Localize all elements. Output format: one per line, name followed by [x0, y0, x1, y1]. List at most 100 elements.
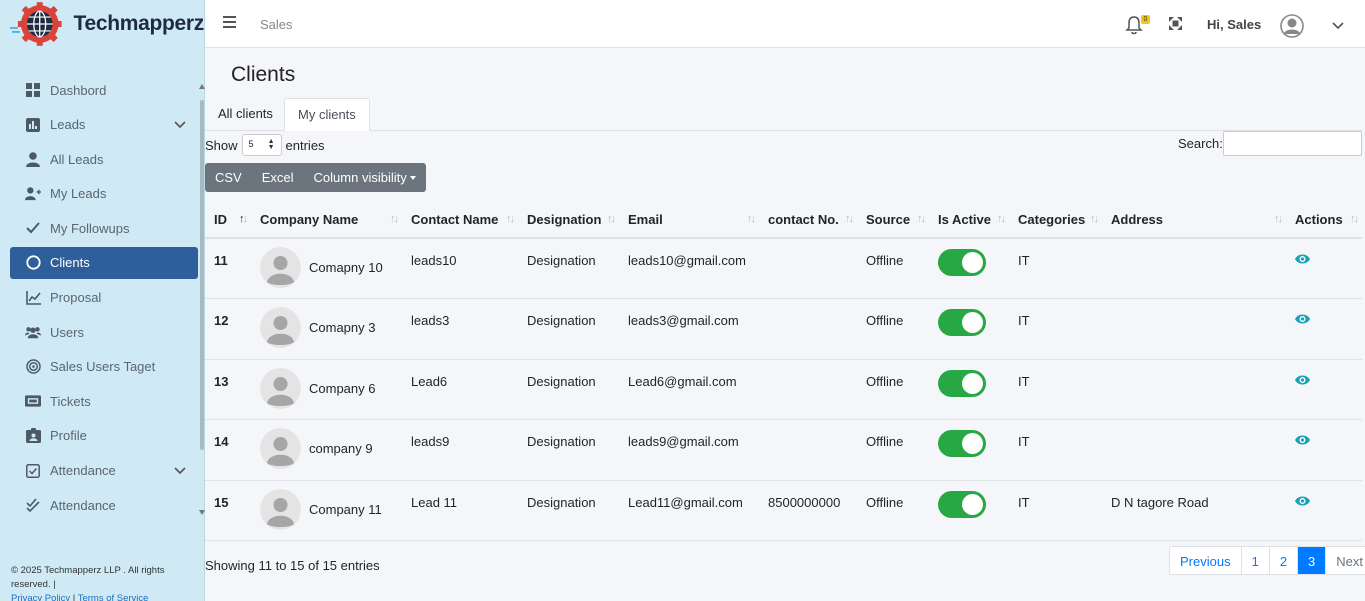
pagination-page-3[interactable]: 3 — [1297, 547, 1326, 574]
chevron-down-icon[interactable] — [1331, 18, 1345, 32]
chevron-down-icon[interactable] — [174, 118, 186, 130]
cell-company: Comapny 3 — [251, 298, 402, 360]
eye-icon[interactable] — [1295, 495, 1310, 507]
col-header-contact[interactable]: Contact Name ↑↓ — [402, 201, 518, 239]
sidebar-item-dashboard[interactable]: Dashbord — [10, 74, 198, 106]
sidebar-item-my-leads[interactable]: My Leads — [10, 178, 198, 210]
sidebar-item-profile[interactable]: Profile — [10, 420, 198, 452]
sort-icon: ↑↓ — [845, 213, 854, 225]
pagination-page-1[interactable]: 1 — [1240, 547, 1269, 574]
csv-button[interactable]: CSV — [205, 163, 252, 192]
col-header-actions[interactable]: Actions ↑↓ — [1286, 201, 1362, 239]
brand[interactable]: Techmapperz — [0, 0, 204, 48]
cell-contact: leads10 — [402, 238, 518, 299]
sidebar-item-all-leads[interactable]: All Leads — [10, 143, 198, 175]
sidebar-item-users[interactable]: Users — [10, 316, 198, 348]
cell-id: 11 — [205, 238, 251, 299]
hamburger-menu-icon[interactable] — [223, 16, 236, 28]
active-toggle[interactable] — [938, 430, 986, 457]
sidebar-item-tickets[interactable]: Tickets — [10, 385, 198, 417]
avatar-icon[interactable] — [1280, 14, 1304, 38]
company-name: Company 6 — [309, 380, 376, 396]
cell-designation: Designation — [518, 480, 619, 541]
copyright-text: © 2025 Techmapperz LLP . All rights rese… — [11, 565, 165, 590]
cell-id: 12 — [205, 298, 251, 360]
tab-all-clients[interactable]: All clients — [205, 98, 286, 131]
sidebar-item-leads[interactable]: Leads — [10, 109, 198, 141]
sort-asc-icon: ↑↓ — [239, 213, 248, 225]
col-header-is-active[interactable]: Is Active ↑↓ — [929, 201, 1009, 239]
cell-company: Company 11 — [251, 480, 402, 541]
users-icon — [25, 324, 41, 340]
cell-company: company 9 — [251, 419, 402, 481]
terms-of-service-link[interactable]: Terms of Service — [78, 593, 149, 601]
sidebar-item-proposal[interactable]: Proposal — [10, 282, 198, 314]
col-header-email[interactable]: Email ↑↓ — [619, 201, 759, 239]
search-input[interactable] — [1223, 131, 1362, 156]
col-header-source[interactable]: Source ↑↓ — [857, 201, 929, 239]
cell-contact: Lead6 — [402, 359, 518, 420]
active-toggle[interactable] — [938, 249, 986, 276]
cell-actions — [1286, 238, 1362, 299]
search-label: Search: — [1178, 136, 1223, 151]
fullscreen-icon[interactable] — [1169, 17, 1182, 30]
cell-actions — [1286, 480, 1362, 541]
active-toggle[interactable] — [938, 309, 986, 336]
col-header-address[interactable]: Address ↑↓ — [1102, 201, 1286, 239]
cell-categories: IT — [1009, 419, 1102, 481]
col-header-company[interactable]: Company Name ↑↓ — [251, 201, 402, 239]
cell-source: Offline — [857, 298, 929, 360]
cell-email: leads3@gmail.com — [619, 298, 759, 360]
col-header-designation[interactable]: Designation ↑↓ — [518, 201, 619, 239]
pagination-page-2[interactable]: 2 — [1268, 547, 1297, 574]
eye-icon[interactable] — [1295, 253, 1310, 265]
sidebar-scrollbar[interactable] — [200, 100, 204, 450]
col-header-contact-no[interactable]: contact No. ↑↓ — [759, 201, 857, 239]
cell-is-active — [929, 238, 1009, 299]
eye-icon[interactable] — [1295, 313, 1310, 325]
privacy-policy-link[interactable]: Privacy Policy — [11, 593, 70, 601]
col-header-id[interactable]: ID ↑↓ — [205, 201, 251, 239]
cell-address — [1102, 238, 1286, 299]
eye-icon[interactable] — [1295, 434, 1310, 446]
active-toggle[interactable] — [938, 369, 986, 397]
sidebar-item-my-followups[interactable]: My Followups — [10, 212, 198, 244]
sidebar-item-sales-users-target[interactable]: Sales Users Taget — [10, 351, 198, 383]
company-name: Comapny 3 — [309, 320, 376, 335]
page-title: Clients — [231, 63, 296, 86]
sidebar-item-clients[interactable]: Clients — [10, 246, 198, 279]
eye-icon[interactable] — [1295, 374, 1310, 386]
cell-id: 14 — [205, 419, 251, 481]
col-header-categories[interactable]: Categories ↑↓ — [1009, 201, 1102, 239]
company-avatar-icon — [260, 428, 301, 469]
user-plus-icon — [25, 186, 41, 202]
cell-is-active — [929, 298, 1009, 360]
sidebar-item-attendance[interactable]: Attendance — [10, 455, 198, 487]
tab-my-clients[interactable]: My clients — [284, 98, 370, 131]
cell-source: Offline — [857, 359, 929, 420]
active-toggle[interactable] — [938, 490, 986, 518]
sidebar-item-attendance-2[interactable]: Attendance — [10, 489, 198, 521]
cell-contact-no — [759, 359, 857, 420]
company-avatar-icon — [260, 247, 301, 288]
excel-button[interactable]: Excel — [252, 163, 304, 192]
table-row: 14 company 9 leads9 Designation leads9@gmail… — [205, 419, 1362, 481]
column-visibility-button[interactable]: Column visibility — [304, 163, 426, 192]
sidebar-item-label: All Leads — [50, 151, 104, 167]
target-icon — [25, 359, 41, 375]
chevron-down-icon[interactable] — [174, 464, 186, 476]
line-chart-icon — [25, 290, 41, 306]
cell-categories: IT — [1009, 480, 1102, 541]
cell-company: Company 6 — [251, 359, 402, 420]
cell-contact-no: 8500000000 — [759, 480, 857, 541]
cell-email: leads10@gmail.com — [619, 238, 759, 299]
pagination-next[interactable]: Next — [1325, 547, 1365, 574]
footer-separator: | — [70, 593, 78, 601]
user-greeting[interactable]: Hi, Sales — [1207, 17, 1261, 32]
id-card-icon — [25, 428, 41, 444]
entries-select[interactable]: 5 ▲ ▼ — [241, 134, 282, 156]
topbar: Sales 0 Hi, Sales — [205, 0, 1365, 48]
pagination-previous[interactable]: Previous — [1170, 547, 1241, 574]
cell-designation: Designation — [518, 419, 619, 481]
cell-source: Offline — [857, 238, 929, 299]
